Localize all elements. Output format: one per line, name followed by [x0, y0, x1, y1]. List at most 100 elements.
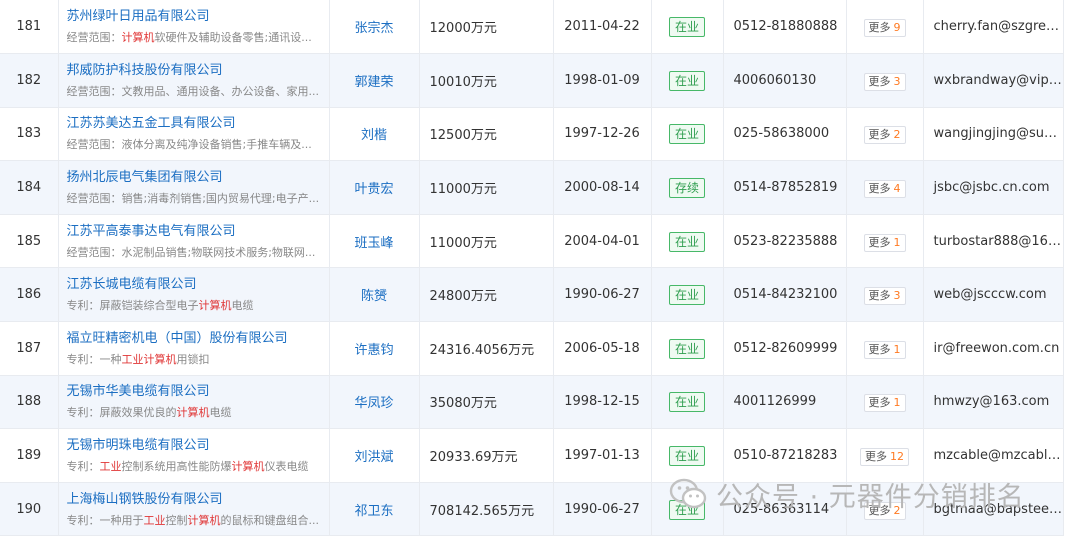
status-badge: 在业: [668, 124, 705, 145]
status-cell: 在业: [651, 267, 724, 323]
registered-capital: 24316.4056万元: [429, 342, 535, 358]
company-name-link[interactable]: 无锡市明珠电缆有限公司: [67, 437, 329, 455]
more-label: 更多: [868, 342, 891, 356]
detail-text: 水泥制品销售;物联网技术服务;物联网...: [121, 245, 316, 259]
keyword-highlight: 计算机: [121, 31, 155, 45]
legal-rep-link[interactable]: 华凤珍: [354, 396, 393, 411]
established-date: 1990-06-27: [564, 287, 640, 303]
detail-label: 经营范围：: [66, 138, 122, 152]
watermark-text: 公众号 · 元器件分销排名: [716, 481, 1025, 513]
legal-rep-cell: 华凤珍: [329, 375, 420, 430]
detail-text: 电缆: [209, 406, 232, 420]
detail-text: 一种用于: [99, 513, 144, 527]
status-cell: 在业: [651, 321, 724, 376]
company-name-link[interactable]: 福立旺精密机电（中国）股份有限公司: [67, 330, 329, 348]
detail-label: 专利：: [66, 460, 100, 474]
status-badge: 存续: [668, 178, 705, 199]
more-phones-button[interactable]: 更多 9: [863, 19, 906, 38]
email-cell: jsbc@jsbc.cn.com: [923, 160, 1064, 215]
legal-rep-link[interactable]: 班玉峰: [354, 236, 393, 251]
detail-text: 屏蔽铠装综合型电子: [99, 299, 199, 313]
status-cell: 在业: [651, 214, 724, 269]
phone-number: 025-58638000: [733, 126, 830, 142]
more-phones-button[interactable]: 更多 1: [863, 394, 906, 413]
legal-rep-link[interactable]: 许惠钧: [354, 343, 393, 358]
company-cell: 江苏长城电缆有限公司 专利：屏蔽铠装综合型电子计算机电缆: [58, 267, 330, 323]
email-cell: cherry.fan@szgreenlea...: [923, 0, 1064, 55]
capital-cell: 24800万元: [419, 267, 554, 323]
table-row: 187 福立旺精密机电（中国）股份有限公司 专利：一种工业计算机用锁扣 许惠钧 2431…: [0, 321, 1064, 376]
email-address: web@jscccw.com: [933, 287, 1047, 303]
company-name-link[interactable]: 江苏苏美达五金工具有限公司: [67, 115, 329, 133]
more-phones-button[interactable]: 更多 3: [863, 287, 906, 306]
watermark: 公众号 · 元器件分销排名: [668, 474, 1068, 514]
company-detail: 经营范围：文教用品、通用设备、办公设备、家用...: [67, 84, 329, 99]
email-cell: hmwzy@163.com: [923, 375, 1064, 430]
row-index-cell: 184: [0, 160, 59, 215]
phone-cell: 4006060130: [723, 53, 847, 108]
more-label: 更多: [865, 450, 887, 464]
company-cell: 扬州北辰电气集团有限公司 经营范围：销售;消毒剂销售;国内贸易代理;电子产...: [58, 160, 330, 215]
legal-rep-link[interactable]: 刘楷: [361, 128, 387, 143]
table-row: 181 苏州绿叶日用品有限公司 经营范围：计算机软硬件及辅助设备零售;通讯设... 张…: [0, 0, 1064, 55]
detail-label: 专利：: [66, 406, 100, 420]
legal-rep-cell: 陈赟: [329, 267, 420, 323]
more-phones-button[interactable]: 更多 12: [860, 448, 909, 467]
company-detail: 经营范围：销售;消毒剂销售;国内贸易代理;电子产...: [67, 191, 329, 206]
row-index-cell: 182: [0, 53, 59, 108]
more-cell: 更多 2: [846, 107, 924, 162]
company-name-link[interactable]: 江苏平高泰事达电气有限公司: [67, 223, 329, 241]
more-label: 更多: [868, 235, 891, 249]
legal-rep-link[interactable]: 陈赟: [361, 289, 387, 304]
legal-rep-link[interactable]: 郭建荣: [354, 75, 393, 90]
more-phones-button[interactable]: 更多 1: [863, 340, 906, 359]
more-count: 9: [893, 21, 901, 35]
more-count: 4: [893, 182, 901, 196]
company-cell: 无锡市明珠电缆有限公司 专利：工业控制系统用高性能防爆计算机仪表电缆: [58, 428, 330, 483]
detail-label: 经营范围：: [66, 31, 122, 45]
row-index-cell: 187: [0, 321, 59, 376]
email-address: ir@freewon.com.cn: [933, 340, 1060, 356]
detail-text: 文教用品、通用设备、办公设备、家用...: [121, 84, 320, 98]
status-badge: 在业: [668, 70, 705, 91]
more-count: 12: [890, 450, 904, 464]
legal-rep-cell: 刘楷: [329, 107, 420, 162]
date-cell: 2006-05-18: [553, 321, 652, 376]
established-date: 1990-06-27: [564, 501, 640, 517]
more-cell: 更多 1: [846, 321, 924, 376]
more-label: 更多: [868, 289, 891, 303]
company-name-link[interactable]: 邦威防护科技股份有限公司: [67, 62, 329, 80]
status-badge: 在业: [668, 231, 705, 252]
registered-capital: 11000万元: [429, 182, 497, 198]
legal-rep-link[interactable]: 祁卫东: [354, 504, 393, 519]
registered-capital: 12500万元: [429, 128, 497, 144]
company-name-link[interactable]: 江苏长城电缆有限公司: [67, 276, 329, 294]
row-index: 182: [16, 72, 42, 88]
company-name-link[interactable]: 无锡市华美电缆有限公司: [67, 383, 329, 401]
keyword-highlight: 工业: [99, 460, 122, 474]
legal-rep-link[interactable]: 张宗杰: [354, 21, 393, 36]
company-cell: 江苏苏美达五金工具有限公司 经营范围：液体分离及纯净设备销售;手推车辆及...: [58, 107, 330, 162]
keyword-highlight: 计算机: [187, 513, 221, 527]
date-cell: 2000-08-14: [553, 160, 652, 215]
legal-rep-link[interactable]: 刘洪斌: [354, 450, 393, 465]
legal-rep-cell: 叶贵宏: [329, 160, 420, 215]
detail-text: 用锁扣: [176, 352, 210, 366]
status-cell: 在业: [651, 0, 724, 55]
row-index: 184: [16, 180, 42, 196]
phone-cell: 0512-82609999: [723, 321, 847, 376]
table-row: 182 邦威防护科技股份有限公司 经营范围：文教用品、通用设备、办公设备、家用...…: [0, 53, 1064, 108]
more-phones-button[interactable]: 更多 4: [863, 180, 906, 199]
more-cell: 更多 3: [846, 53, 924, 108]
company-name-link[interactable]: 苏州绿叶日用品有限公司: [67, 8, 329, 26]
status-badge: 在业: [668, 338, 705, 359]
more-phones-button[interactable]: 更多 2: [863, 126, 906, 145]
company-name-link[interactable]: 上海梅山钢铁股份有限公司: [67, 491, 329, 509]
email-address: jsbc@jsbc.cn.com: [933, 180, 1050, 196]
more-phones-button[interactable]: 更多 3: [863, 72, 906, 91]
company-cell: 邦威防护科技股份有限公司 经营范围：文教用品、通用设备、办公设备、家用...: [58, 53, 330, 108]
company-cell: 江苏平高泰事达电气有限公司 经营范围：水泥制品销售;物联网技术服务;物联网...: [58, 214, 330, 269]
legal-rep-link[interactable]: 叶贵宏: [354, 182, 393, 197]
company-name-link[interactable]: 扬州北辰电气集团有限公司: [67, 169, 329, 187]
more-phones-button[interactable]: 更多 1: [863, 233, 906, 252]
